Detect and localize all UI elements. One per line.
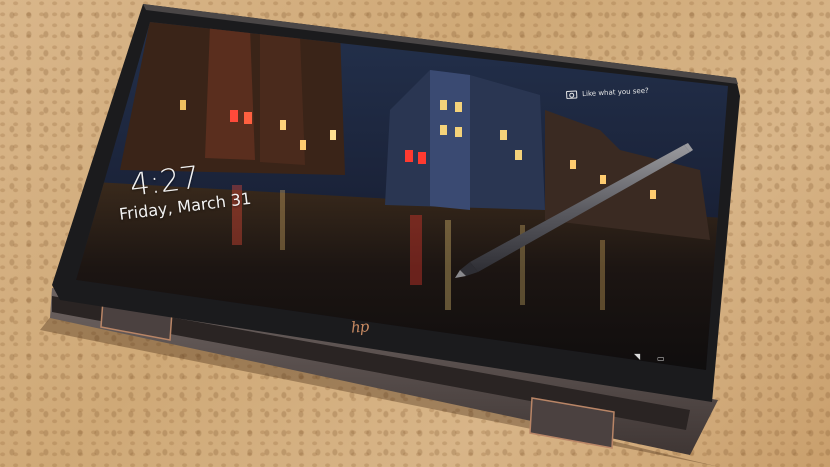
battery-icon[interactable]: ▭: [657, 354, 665, 363]
hp-logo: hp: [350, 317, 369, 337]
wifi-icon[interactable]: ◥: [634, 352, 640, 361]
camera-icon: [566, 90, 578, 99]
tablet-photo: [40, 4, 740, 467]
